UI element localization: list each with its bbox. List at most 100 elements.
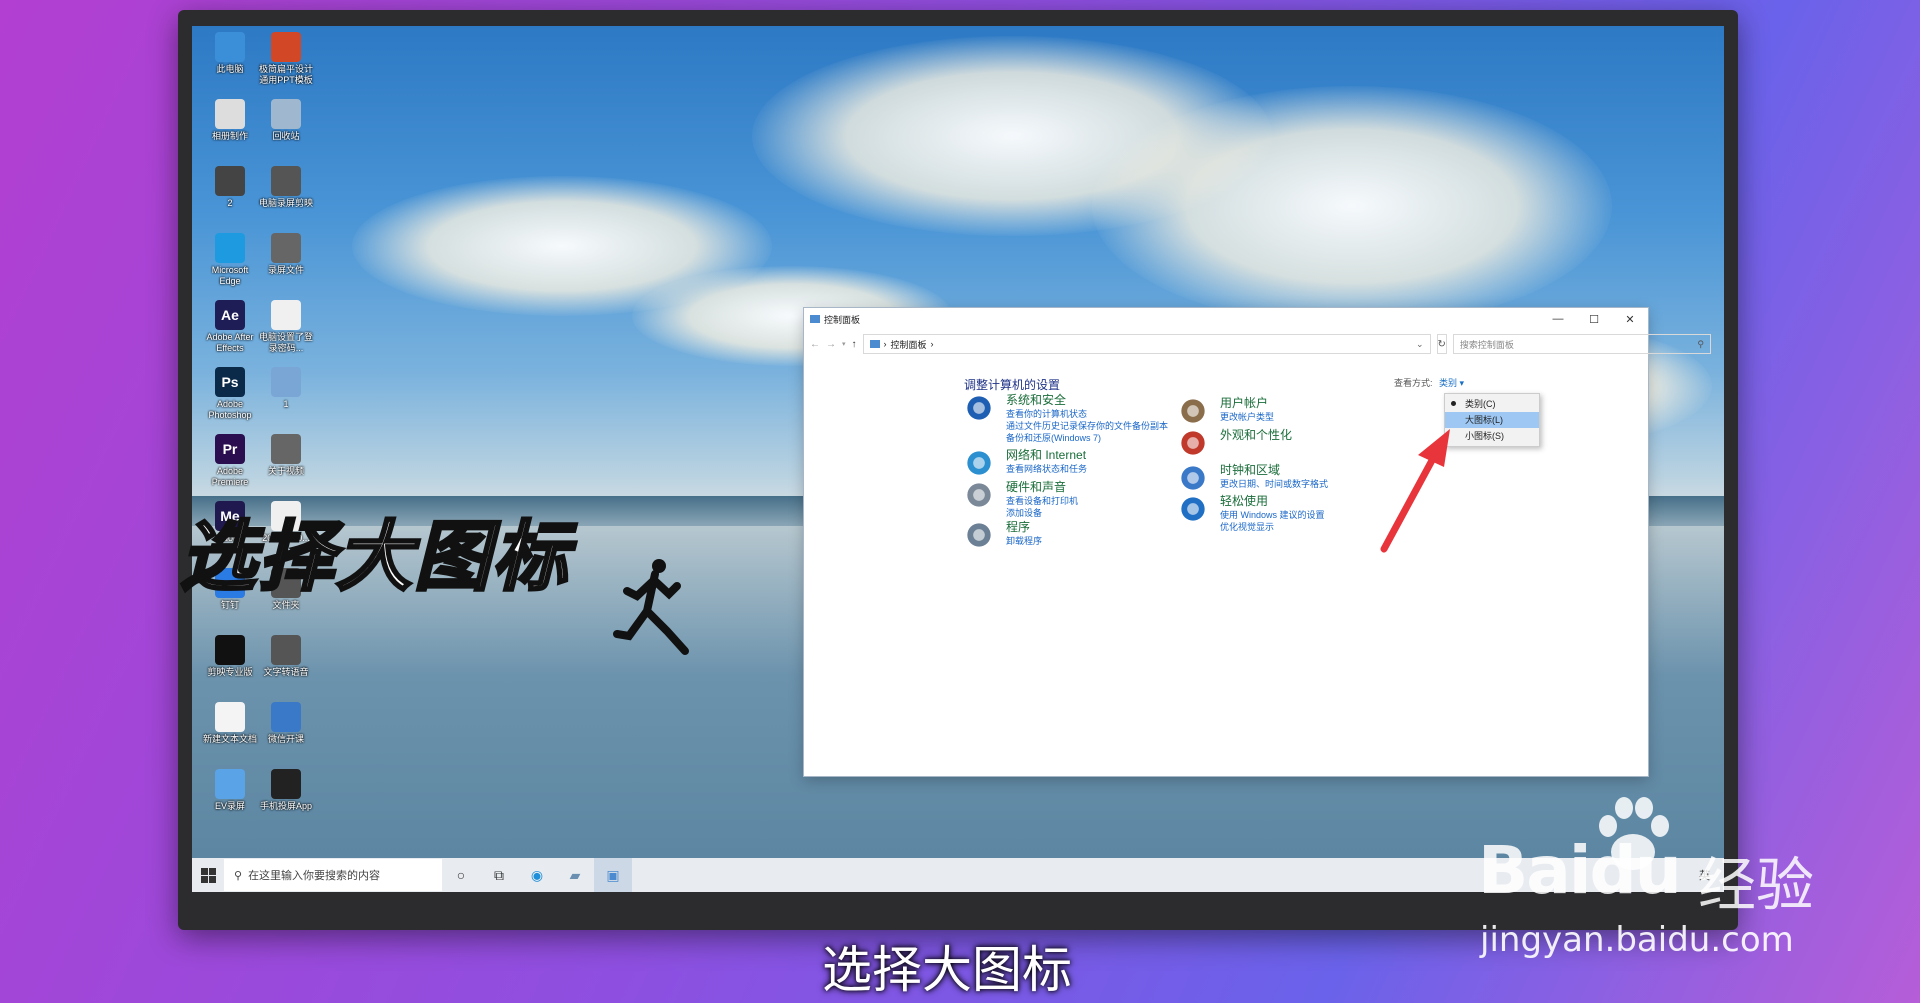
window-title: 控制面板 [824,314,861,325]
address-dropdown-icon[interactable]: ⌄ [1416,339,1424,350]
view-by: 查看方式: 类别 ▾ [1394,376,1464,389]
category-task-link[interactable]: 备份和还原(Windows 7) [1006,432,1168,444]
control-panel-small-icon [869,340,880,348]
search-placeholder: 搜索控制面板 [1459,339,1514,350]
desktop-icon[interactable]: 回收站 [256,99,316,142]
back-arrow-icon[interactable]: ← [810,339,820,350]
desktop-icon-label: 手机投屏App [259,801,312,811]
search-control-panel-input[interactable]: 搜索控制面板 ⚲ [1452,334,1711,354]
ease-of-access-icon[interactable] [1178,494,1214,530]
image-file-icon [215,166,245,196]
desktop-icon-label: 剪映专业版 [207,667,253,677]
video-file-icon [271,434,301,464]
desktop-icon[interactable]: 电脑设置了登录密码... [256,300,316,354]
desktop-icon[interactable]: 此电脑 [200,32,260,75]
category-task-link[interactable]: 更改帐户类型 [1220,411,1274,423]
programs-icon[interactable] [964,520,1000,556]
search-icon[interactable]: ⚲ [1697,339,1704,350]
category-task-link[interactable]: 卸载程序 [1006,535,1042,547]
category-task-link[interactable]: 更改日期、时间或数字格式 [1220,478,1328,490]
category-task-link[interactable]: 使用 Windows 建议的设置 [1220,509,1325,521]
desktop-icon[interactable]: 1 [256,367,316,410]
shield-icon[interactable] [964,393,1000,429]
category-title-link[interactable]: 网络和 Internet [1006,448,1087,463]
category-task-link[interactable]: 查看设备和打印机 [1006,495,1078,507]
refresh-icon[interactable]: ↻ [1436,334,1447,354]
breadcrumb-control-panel[interactable]: 控制面板 [891,338,927,351]
up-arrow-icon[interactable]: ↑ [852,339,857,350]
view-by-label: 查看方式: [1394,378,1433,388]
taskbar-search-box[interactable]: ⚲ 在这里输入你要搜索的内容 [224,859,442,891]
desktop-icon[interactable]: 2 [200,166,260,209]
close-button[interactable]: ✕ [1612,313,1648,326]
menu-item-category[interactable]: 类别(C) [1445,396,1539,412]
desktop-icon[interactable]: Ps Adobe Photoshop [200,367,260,421]
category-text: 轻松使用 使用 Windows 建议的设置 优化视觉显示 [1220,494,1325,533]
edge-icon[interactable]: ◉ [518,858,556,892]
file-explorer-icon[interactable]: ▰ [556,858,594,892]
desktop-icon[interactable]: 新建文本文档 [200,702,260,745]
minimize-button[interactable]: — [1540,313,1576,326]
category-title-link[interactable]: 系统和安全 [1006,393,1168,408]
category-task-link[interactable]: 查看网络状态和任务 [1006,463,1087,475]
desktop-icon[interactable]: 剪映专业版 [200,635,260,678]
desktop-icon[interactable]: 极简扁平设计通用PPT模板 [256,32,316,86]
printer-icon[interactable] [964,480,1000,516]
premiere-icon: Pr [215,434,245,464]
category-task-link[interactable]: 添加设备 [1006,507,1078,519]
menu-item-label: 类别(C) [1465,399,1496,409]
menu-item-large-icons[interactable]: 大图标(L) [1445,412,1539,428]
category-task-link[interactable]: 通过文件历史记录保存你的文件备份副本 [1006,420,1168,432]
desktop-icon-label: 电脑录屏剪映 [258,198,313,208]
category-item: 硬件和声音 查看设备和打印机 添加设备 [964,480,1078,519]
category-title-link[interactable]: 程序 [1006,520,1042,535]
desktop-icon[interactable]: 电脑录屏剪映 [256,166,316,209]
category-task-link[interactable]: 优化视觉显示 [1220,521,1325,533]
desktop-icon[interactable]: Microsoft Edge [200,233,260,287]
category-title-link[interactable]: 时钟和区域 [1220,463,1328,478]
forward-arrow-icon[interactable]: → [826,339,836,350]
baidu-brand-text: Baidu [1478,832,1682,909]
address-bar[interactable]: › 控制面板 › ⌄ [862,334,1431,354]
phone-app-icon [271,769,301,799]
maximize-button[interactable]: ☐ [1576,313,1612,326]
recycle-bin-icon [271,99,301,129]
cortana-icon[interactable]: ○ [442,858,480,892]
desktop-icon-label: EV录屏 [214,801,245,811]
desktop-icon[interactable]: 录屏文件 [256,233,316,276]
category-title-link[interactable]: 轻松使用 [1220,494,1325,509]
wallpaper-cloud [1092,86,1612,326]
task-view-icon[interactable]: ⧉ [480,858,518,892]
personalization-icon[interactable] [1178,428,1214,464]
users-icon[interactable] [1178,396,1214,432]
view-by-menu: 类别(C) 大图标(L) 小图标(S) [1444,393,1540,447]
desktop-icon[interactable]: 微信开课 [256,702,316,745]
view-by-dropdown[interactable]: 类别 ▾ [1439,378,1464,388]
video-file-icon [271,233,301,263]
desktop-icon-label: Adobe After Effects [206,332,254,353]
overlay-caption: 选择大图标 [179,511,570,603]
windows-start-icon[interactable] [192,858,224,892]
desktop-icon[interactable]: EV录屏 [200,769,260,812]
category-item: 用户帐户 更改帐户类型 [1178,396,1274,432]
category-task-link[interactable]: 查看你的计算机状态 [1006,408,1168,420]
desktop-icon[interactable]: 手机投屏App [256,769,316,812]
category-text: 用户帐户 更改帐户类型 [1220,396,1274,432]
desktop-icon[interactable]: Ae Adobe After Effects [200,300,260,354]
network-globe-icon[interactable] [964,448,1000,484]
desktop-icon-label: Adobe Photoshop [208,399,252,420]
control-panel-icon[interactable]: ▣ [594,858,632,892]
desktop-icon[interactable]: 相册制作 [200,99,260,142]
edge-icon [215,233,245,263]
category-title-link[interactable]: 外观和个性化 [1220,428,1292,443]
menu-item-small-icons[interactable]: 小图标(S) [1445,428,1539,444]
desktop-icon[interactable]: 关于视频 [256,434,316,477]
desktop-icon[interactable]: Pr Adobe Premiere [200,434,260,488]
baidu-watermark: Baidu 经验 jingyan.baidu.com [1470,790,1900,970]
menu-item-label: 小图标(S) [1465,431,1504,441]
desktop-icon[interactable]: 文字转语音 [256,635,316,678]
category-title-link[interactable]: 用户帐户 [1220,396,1274,411]
recent-chevron-icon[interactable]: ▾ [842,340,846,348]
category-title-link[interactable]: 硬件和声音 [1006,480,1078,495]
category-text: 程序 卸载程序 [1006,520,1042,556]
